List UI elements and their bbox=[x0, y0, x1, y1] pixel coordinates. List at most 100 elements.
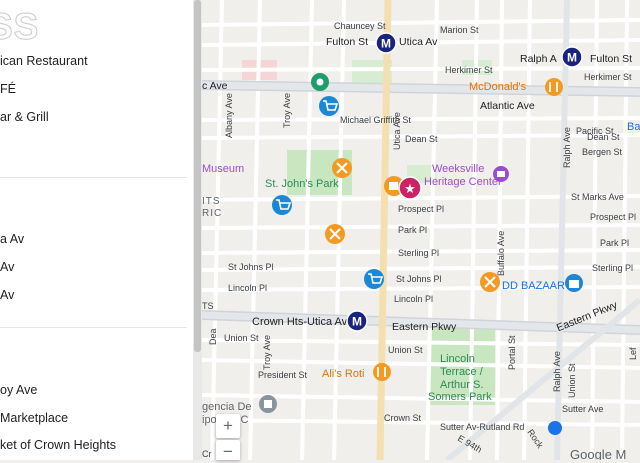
shopping-bag-icon[interactable] bbox=[565, 274, 583, 292]
street-label: Dean St bbox=[405, 134, 438, 144]
place-label-lincoln-terrace: Somers Park bbox=[428, 391, 492, 403]
street-label: Utica Ave bbox=[392, 112, 402, 150]
svg-text:M: M bbox=[567, 51, 577, 65]
street-label: Ba bbox=[627, 121, 640, 133]
section-divider bbox=[0, 327, 187, 328]
street-label: Sterling Pl bbox=[592, 263, 633, 273]
street-label: c Ave bbox=[202, 80, 228, 92]
place-label-district: RIC bbox=[202, 208, 222, 219]
shopping-cart-icon[interactable] bbox=[319, 96, 339, 116]
street-label: Ralph Ave bbox=[552, 351, 562, 392]
street-label: Chauncey St bbox=[334, 21, 386, 31]
street-label: Albany Ave bbox=[224, 93, 234, 138]
panel-scrollbar-thumb[interactable] bbox=[194, 0, 201, 352]
zoom-in-button[interactable]: + bbox=[216, 414, 240, 438]
list-item-store-1[interactable]: oy Ave bbox=[0, 383, 37, 397]
restaurant-icon[interactable] bbox=[325, 224, 345, 244]
svg-text:M: M bbox=[352, 315, 362, 329]
street-label: Union St bbox=[224, 333, 259, 343]
place-label-agencia: gencia De bbox=[202, 401, 252, 413]
restaurant-icon[interactable] bbox=[373, 363, 391, 381]
street-label: Dea bbox=[208, 328, 218, 345]
list-item-cafe[interactable]: FÉ bbox=[0, 82, 16, 96]
street-label: Union St bbox=[388, 345, 423, 355]
results-panel: SS ican Restaurant FÉ ar & Grill a Av Av… bbox=[0, 0, 193, 460]
metro-station-icon[interactable]: M bbox=[346, 310, 368, 332]
street-label: Utica Av bbox=[399, 36, 438, 48]
street-label: Ralph A bbox=[520, 53, 557, 65]
place-label-museum: Museum bbox=[202, 163, 244, 175]
street-label: Park Pl bbox=[398, 225, 427, 235]
street-label: Sutter Ave bbox=[562, 404, 603, 414]
list-item-restaurant[interactable]: ican Restaurant bbox=[0, 54, 88, 68]
place-label-crown-hts: Crown Hts-Utica Av bbox=[252, 316, 348, 328]
street-label: Pacific St bbox=[576, 126, 614, 136]
map-canvas: Chauncey St Fulton St Utica Av Marion St… bbox=[202, 0, 640, 460]
place-pin-icon[interactable] bbox=[311, 73, 329, 91]
street-label: Park Pl bbox=[600, 238, 629, 248]
list-item-station-3[interactable]: Av bbox=[0, 288, 14, 302]
list-item-station-1[interactable]: a Av bbox=[0, 232, 24, 246]
place-label-bazaar: DD BAZAAR bbox=[502, 280, 565, 292]
place-label-lincoln-terrace: Terrace / bbox=[440, 366, 484, 378]
section-divider bbox=[0, 177, 187, 178]
street-label: Prospect Pl bbox=[398, 204, 444, 214]
street-label: Cr bbox=[202, 449, 212, 459]
metro-station-icon[interactable]: M bbox=[375, 32, 397, 54]
place-label-district: ITS bbox=[202, 196, 221, 207]
street-label: Herkimer St bbox=[584, 72, 632, 82]
place-label-st-johns-park: St. John's Park bbox=[265, 178, 339, 190]
place-label-weeksville: Weeksville bbox=[432, 163, 484, 175]
street-label: Portal St bbox=[507, 335, 517, 370]
place-label-alis-roti: Ali's Roti bbox=[322, 368, 364, 380]
place-label-lincoln-terrace: Arthur S. bbox=[440, 379, 483, 391]
favorite-star-icon[interactable]: ★ bbox=[398, 176, 422, 200]
street-label: Herkimer St bbox=[445, 65, 493, 75]
panel-title: SS bbox=[0, 6, 40, 48]
street-label: Crown St bbox=[384, 413, 422, 423]
street-label: TS bbox=[202, 301, 214, 311]
museum-icon[interactable] bbox=[493, 166, 509, 182]
street-label: Prospect Pl bbox=[590, 212, 636, 222]
street-label: St Johns Pl bbox=[228, 262, 274, 272]
street-label: Bergen St bbox=[582, 147, 623, 157]
shopping-cart-icon[interactable] bbox=[272, 195, 292, 215]
svg-text:M: M bbox=[381, 37, 391, 51]
list-item-station-2[interactable]: Av bbox=[0, 260, 14, 274]
street-label: St Johns Pl bbox=[396, 274, 442, 284]
street-label: Union St bbox=[567, 363, 577, 398]
embassy-icon[interactable] bbox=[259, 395, 277, 413]
place-label-heritage: Heritage Center bbox=[424, 176, 502, 188]
street-label: Eastern Pkwy bbox=[392, 321, 457, 333]
list-item-store-3[interactable]: ket of Crown Heights bbox=[0, 438, 116, 452]
street-label: President St bbox=[258, 370, 308, 380]
street-label: Lincoln Pl bbox=[228, 283, 267, 293]
street-label: St Marks Ave bbox=[571, 192, 624, 202]
place-label-lincoln-terrace: Lincoln bbox=[440, 353, 475, 365]
street-label: Lincoln Pl bbox=[394, 294, 433, 304]
transit-bus-icon[interactable] bbox=[548, 421, 562, 435]
street-label: Lef bbox=[628, 347, 638, 360]
svg-text:★: ★ bbox=[404, 181, 416, 196]
zoom-out-button[interactable]: − bbox=[216, 440, 240, 461]
list-item-store-2[interactable]: Marketplace bbox=[0, 411, 68, 425]
restaurant-icon[interactable] bbox=[545, 78, 563, 96]
street-label: Fulton St bbox=[326, 36, 368, 48]
street-label: Ralph Ave bbox=[562, 127, 572, 168]
shopping-cart-icon[interactable] bbox=[364, 269, 384, 289]
street-label: Sterling Pl bbox=[398, 248, 439, 258]
street-label: Fulton St bbox=[590, 53, 632, 65]
restaurant-icon[interactable] bbox=[332, 158, 352, 178]
street-label: Marion St bbox=[440, 25, 479, 35]
street-label: Troy Ave bbox=[282, 93, 292, 128]
metro-station-icon[interactable]: M bbox=[561, 46, 583, 68]
street-label: Sutter Av-Rutland Rd bbox=[440, 422, 524, 432]
map-view[interactable]: Chauncey St Fulton St Utica Av Marion St… bbox=[202, 0, 640, 460]
restaurant-icon[interactable] bbox=[480, 272, 500, 292]
street-label: Atlantic Ave bbox=[480, 100, 535, 112]
street-label: Buffalo Ave bbox=[496, 231, 506, 276]
place-label-mcdonalds: McDonald's bbox=[469, 81, 527, 93]
list-item-bar-grill[interactable]: ar & Grill bbox=[0, 110, 49, 124]
google-logo: Google M bbox=[570, 447, 626, 460]
street-label: Troy Ave bbox=[262, 335, 272, 370]
